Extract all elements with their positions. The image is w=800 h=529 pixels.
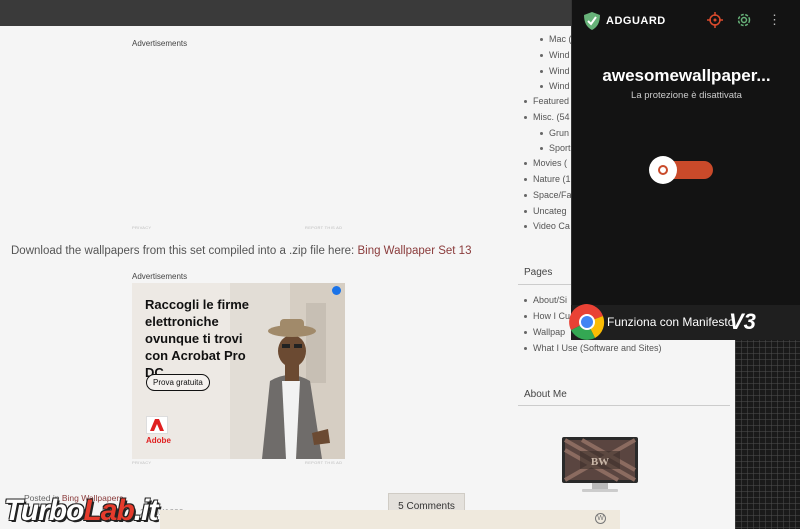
ad-cta-button[interactable]: Prova gratuita: [146, 374, 210, 391]
bullet-icon: [524, 116, 527, 120]
watermark-it: .it: [133, 494, 159, 527]
bullet-icon: [524, 194, 527, 198]
adguard-popup: ADGUARD ⋮ awesomewallpaper... La protezi…: [571, 0, 800, 337]
adguard-shield-icon: [584, 12, 600, 30]
sidebar-category-label: Featured: [533, 96, 570, 106]
sidebar-page-label: What I Use (Software and Sites): [533, 343, 662, 353]
sidebar-page-item[interactable]: About/Si: [524, 295, 567, 305]
ad-label: Advertisements: [132, 39, 188, 48]
bullet-icon: [524, 315, 527, 319]
download-link[interactable]: Bing Wallpaper Set 13: [357, 245, 471, 257]
wordpress-icon[interactable]: W: [595, 513, 606, 524]
sidebar-category-label: Wind: [549, 81, 570, 91]
sidebar-page-label: About/Si: [533, 295, 568, 305]
adguard-site-name: awesomewallpaper...: [602, 66, 771, 85]
sidebar-category-item[interactable]: Mac (: [540, 34, 572, 44]
sidebar-category-item[interactable]: Misc. (54: [524, 112, 570, 122]
sidebar-category-label: Mac (: [549, 34, 572, 44]
sidebar-category-item[interactable]: Wind: [540, 66, 570, 76]
turbolab-watermark: TurboLab.it: [4, 494, 159, 528]
about-me-image[interactable]: BW: [562, 437, 638, 495]
sidebar-category-label: Uncateg: [533, 206, 567, 216]
more-options-icon[interactable]: ⋮: [768, 12, 781, 28]
manifest-label: Funziona con Manifesto: [607, 315, 735, 329]
adobe-brand-text: Adobe: [146, 436, 171, 445]
sidebar-category-label: Misc. (54: [533, 112, 570, 122]
sidebar-page-item[interactable]: How I Cu: [524, 311, 570, 321]
bullet-icon: [524, 225, 527, 229]
ad-report-link-2[interactable]: REPORT THIS AD: [305, 460, 342, 465]
sidebar-category-label: Video Ca: [533, 221, 570, 231]
footer-strip: [160, 510, 620, 529]
bullet-icon: [524, 210, 527, 214]
sidebar-category-item[interactable]: Uncateg: [524, 206, 567, 216]
sidebar-category-item[interactable]: Wind: [540, 81, 570, 91]
bullet-icon: [524, 162, 527, 166]
bullet-icon: [540, 85, 543, 89]
sidebar-category-item[interactable]: Sport: [540, 143, 571, 153]
ad-headline: Raccogli le firme elettroniche ovunque t…: [145, 297, 250, 380]
adguard-protection-status: La protezione è disattivata: [631, 90, 742, 101]
sidebar-category-label: Nature (1: [533, 174, 571, 184]
about-divider: [518, 405, 730, 406]
about-me-image-label: BW: [591, 456, 609, 468]
bullet-icon: [524, 331, 527, 335]
bullet-icon: [540, 70, 543, 74]
adguard-brand: ADGUARD: [584, 12, 666, 30]
manifest-version: V3: [729, 309, 756, 334]
page-background-mosaic: [735, 330, 800, 529]
adguard-brand-text: ADGUARD: [606, 15, 666, 27]
adobe-advertisement[interactable]: Raccogli le firme elettroniche ovunque t…: [132, 283, 345, 459]
sidebar-category-item[interactable]: Featured: [524, 96, 569, 106]
sidebar-page-label: Wallpap: [533, 327, 566, 337]
toggle-knob: [649, 156, 677, 184]
adobe-logo-icon: [146, 416, 168, 434]
sidebar-category-item[interactable]: Grun: [540, 128, 569, 138]
sidebar-category-label: Grun: [549, 128, 570, 138]
watermark-lab: Lab: [83, 494, 134, 527]
ad-privacy-link[interactable]: PRIVACY: [132, 225, 151, 230]
pages-heading: Pages: [524, 267, 553, 278]
bullet-icon: [540, 132, 543, 136]
about-heading: About Me: [524, 389, 567, 400]
sidebar-category-label: Sport: [549, 143, 571, 153]
ad-label-2: Advertisements: [132, 272, 188, 281]
sidebar-category-item[interactable]: Wind: [540, 50, 570, 60]
sidebar-category-label: Wind: [549, 66, 570, 76]
protection-toggle[interactable]: [649, 156, 713, 184]
crosshair-icon[interactable]: [707, 12, 723, 28]
manifest-banner: Funziona con Manifesto V3: [569, 304, 800, 340]
sidebar-category-item[interactable]: Space/Fa: [524, 190, 572, 200]
bullet-icon: [524, 100, 527, 104]
bullet-icon: [524, 347, 527, 351]
sidebar-category-label: Wind: [549, 50, 570, 60]
bullet-icon: [540, 147, 543, 151]
sidebar-category-item[interactable]: Video Ca: [524, 221, 570, 231]
bullet-icon: [524, 299, 527, 303]
sidebar-category-item[interactable]: Nature (1: [524, 174, 571, 184]
sidebar-page-item[interactable]: What I Use (Software and Sites): [524, 343, 662, 353]
download-text: Download the wallpapers from this set co…: [11, 245, 471, 257]
sidebar-page-label: How I Cu: [533, 311, 571, 321]
ad-report-link[interactable]: REPORT THIS AD: [305, 225, 342, 230]
sidebar-category-item[interactable]: Movies (: [524, 158, 567, 168]
ad-privacy-link-2[interactable]: PRIVACY: [132, 460, 151, 465]
sidebar-category-label: Movies (: [533, 158, 568, 168]
download-description: Download the wallpapers from this set co…: [11, 245, 355, 257]
gear-icon[interactable]: [736, 12, 752, 28]
bullet-icon: [540, 54, 543, 58]
ad-info-icon[interactable]: [332, 286, 341, 295]
bullet-icon: [524, 178, 527, 182]
sidebar-page-item[interactable]: Wallpap: [524, 327, 565, 337]
sidebar-category-label: Space/Fa: [533, 190, 572, 200]
chrome-logo-icon: [569, 304, 605, 340]
watermark-turbo: Turbo: [4, 494, 84, 527]
bullet-icon: [540, 38, 543, 42]
